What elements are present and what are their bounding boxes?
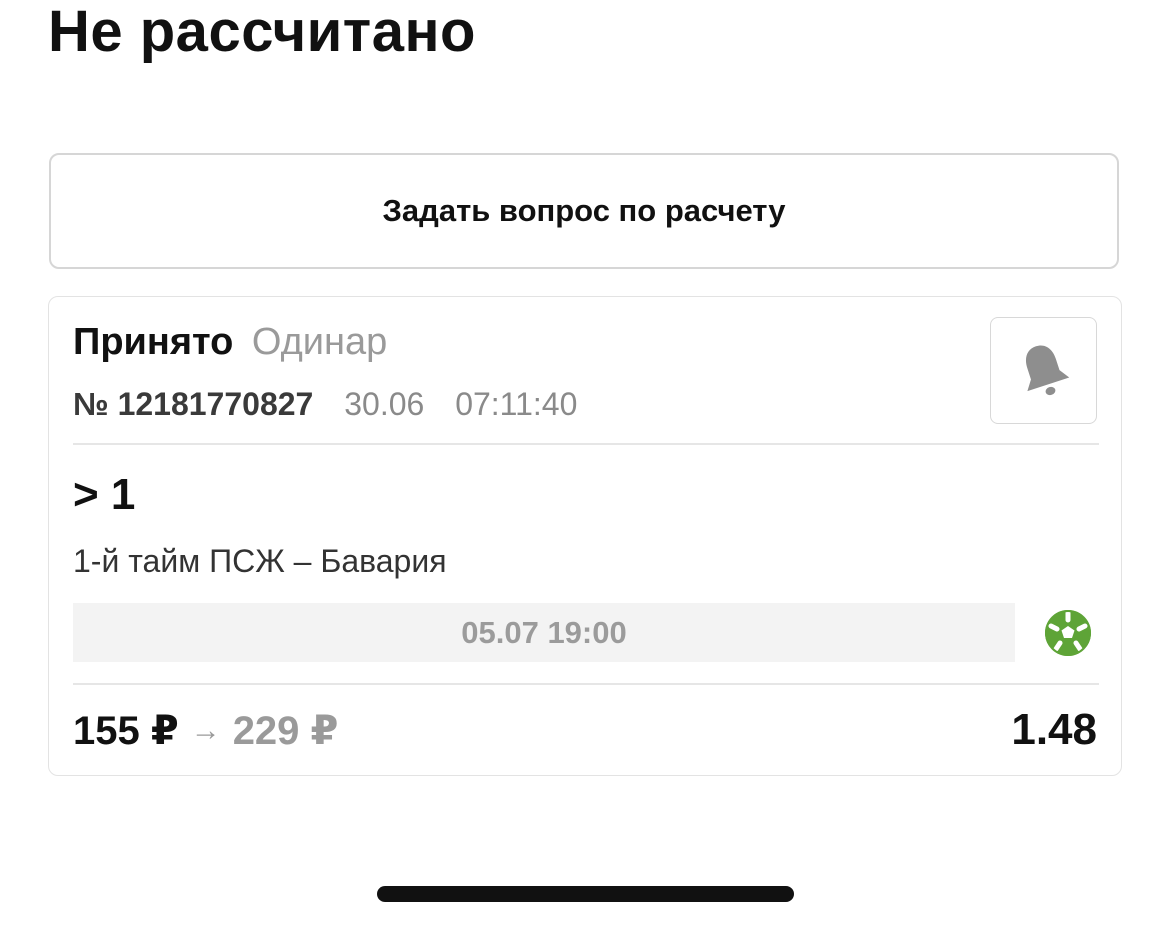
payout-amount: 229 ₽ [232, 709, 339, 753]
divider-top [73, 443, 1099, 445]
stake-amount: 155 ₽ [73, 709, 179, 753]
home-indicator[interactable] [377, 886, 794, 902]
bet-date: 30.06 [344, 386, 425, 422]
bet-status: Принято [73, 321, 234, 363]
event-datetime: 05.07 19:00 [73, 603, 1015, 662]
event-name[interactable]: 1-й тайм ПСЖ – Бавария [73, 541, 447, 581]
bet-card[interactable]: Принято Одинар № 12181770827 30.06 07:11… [48, 296, 1122, 776]
bet-type: Одинар [251, 321, 388, 363]
ask-settlement-question-button[interactable]: Задать вопрос по расчету [49, 153, 1119, 269]
bet-odds: 1.48 [1011, 705, 1097, 754]
bet-meta: № 12181770827 30.06 07:11:40 [73, 385, 577, 423]
page-title: Не рассчитано [48, 0, 476, 64]
notification-button[interactable] [990, 317, 1097, 424]
bet-status-line: Принято Одинар [73, 319, 387, 365]
soccer-ball-icon [1045, 610, 1091, 656]
arrow-right-icon: → [190, 714, 221, 747]
bet-time: 07:11:40 [455, 386, 578, 422]
bet-outcome: > 1 [73, 470, 136, 519]
bet-number: № 12181770827 [73, 386, 314, 422]
stake-line: 155 ₽ → 229 ₽ [73, 707, 338, 755]
divider-bottom [73, 683, 1099, 685]
bell-icon [1025, 345, 1069, 395]
